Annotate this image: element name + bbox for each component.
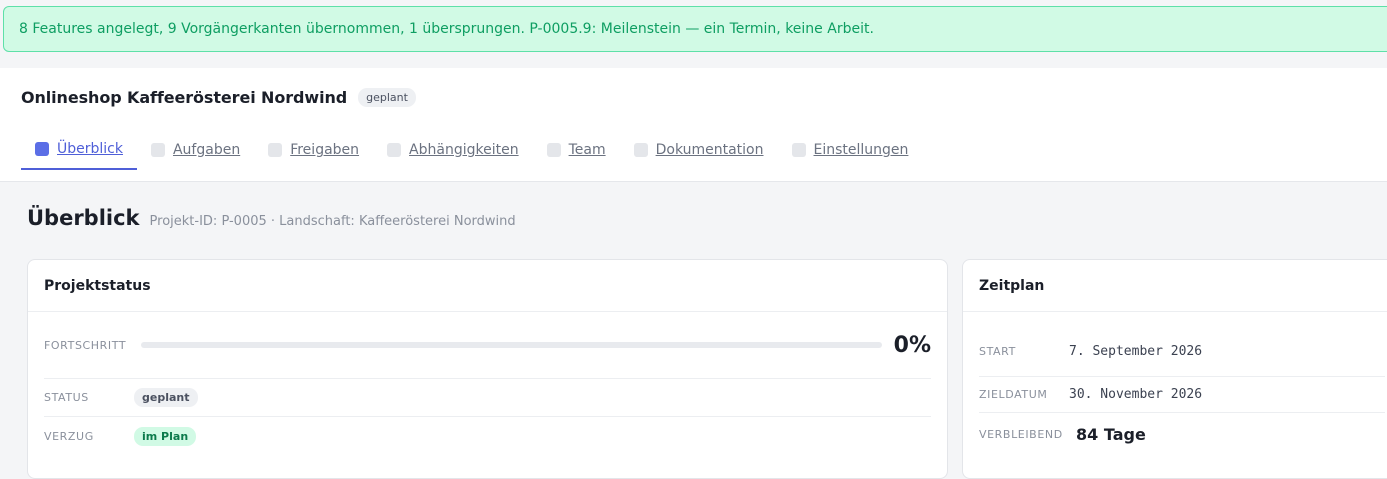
tab-label: Überblick — [57, 141, 123, 157]
overview-heading: Überblick Projekt-ID: P-0005 · Landschaf… — [27, 206, 516, 230]
project-title-row: Onlineshop Kaffeerösterei Nordwind gepla… — [21, 88, 416, 107]
target-row: ZIELDATUM 30. November 2026 — [979, 377, 1385, 413]
start-date: 7. September 2026 — [1069, 343, 1203, 359]
tab-label: Abhängigkeiten — [409, 142, 519, 158]
dependencies-icon — [387, 143, 402, 157]
progress-bar — [141, 342, 882, 348]
project-header: Onlineshop Kaffeerösterei Nordwind gepla… — [0, 68, 1387, 182]
tab-label: Einstellungen — [813, 142, 909, 158]
remaining-row: VERBLEIBEND 84 Tage — [979, 413, 1385, 455]
project-status-title: Projektstatus — [28, 260, 947, 312]
remaining-days: 84 Tage — [1076, 424, 1146, 444]
documentation-icon — [633, 143, 648, 157]
target-date: 30. November 2026 — [1069, 387, 1203, 402]
tab-einstellungen[interactable]: Einstellungen — [778, 130, 923, 170]
project-title: Onlineshop Kaffeerösterei Nordwind — [21, 88, 348, 107]
tab-label: Freigaben — [290, 142, 360, 158]
schedule-title: Zeitplan — [963, 260, 1387, 312]
delay-row: VERZUG im Plan — [44, 417, 931, 455]
tab-label: Aufgaben — [172, 142, 241, 158]
tab-ueberblick[interactable]: Überblick — [21, 130, 137, 170]
progress-value: 0% — [893, 332, 931, 358]
project-status-badge: geplant — [358, 88, 416, 107]
status-badge: geplant — [134, 388, 198, 407]
start-label: START — [979, 344, 1016, 358]
remaining-label: VERBLEIBEND — [979, 427, 1063, 441]
target-label: ZIELDATUM — [979, 388, 1048, 401]
tasks-icon — [150, 143, 165, 157]
status-row: STATUS geplant — [44, 379, 931, 417]
delay-label: VERZUG — [44, 429, 94, 443]
overview-icon — [35, 142, 49, 156]
tab-label: Team — [568, 142, 606, 158]
status-label: STATUS — [44, 391, 89, 404]
notification-message: 8 Features angelegt, 9 Vorgängerkanten ü… — [19, 21, 874, 37]
schedule-card: Zeitplan START 7. September 2026 ZIELDAT… — [962, 259, 1387, 479]
page-title: Überblick — [27, 206, 140, 230]
success-notification: 8 Features angelegt, 9 Vorgängerkanten ü… — [3, 6, 1387, 52]
tab-dokumentation[interactable]: Dokumentation — [620, 130, 778, 170]
tab-aufgaben[interactable]: Aufgaben — [137, 130, 254, 170]
delay-badge: im Plan — [134, 426, 197, 446]
start-row: START 7. September 2026 — [979, 312, 1385, 377]
settings-icon — [791, 143, 806, 157]
project-meta: Projekt-ID: P-0005 · Landschaft: Kaffeer… — [149, 214, 516, 229]
approvals-icon — [268, 143, 283, 157]
tab-freigaben[interactable]: Freigaben — [254, 130, 373, 170]
project-status-card: Projektstatus FORTSCHRITT 0% STATUS gepl… — [27, 259, 948, 479]
tab-team[interactable]: Team — [533, 130, 620, 170]
project-tabs: Überblick Aufgaben Freigaben Abhängigkei… — [21, 130, 922, 170]
tab-label: Dokumentation — [655, 142, 764, 158]
progress-row: FORTSCHRITT 0% — [44, 312, 931, 379]
tab-abhaengigkeiten[interactable]: Abhängigkeiten — [373, 130, 533, 170]
progress-label: FORTSCHRITT — [44, 338, 127, 352]
team-icon — [546, 143, 561, 157]
